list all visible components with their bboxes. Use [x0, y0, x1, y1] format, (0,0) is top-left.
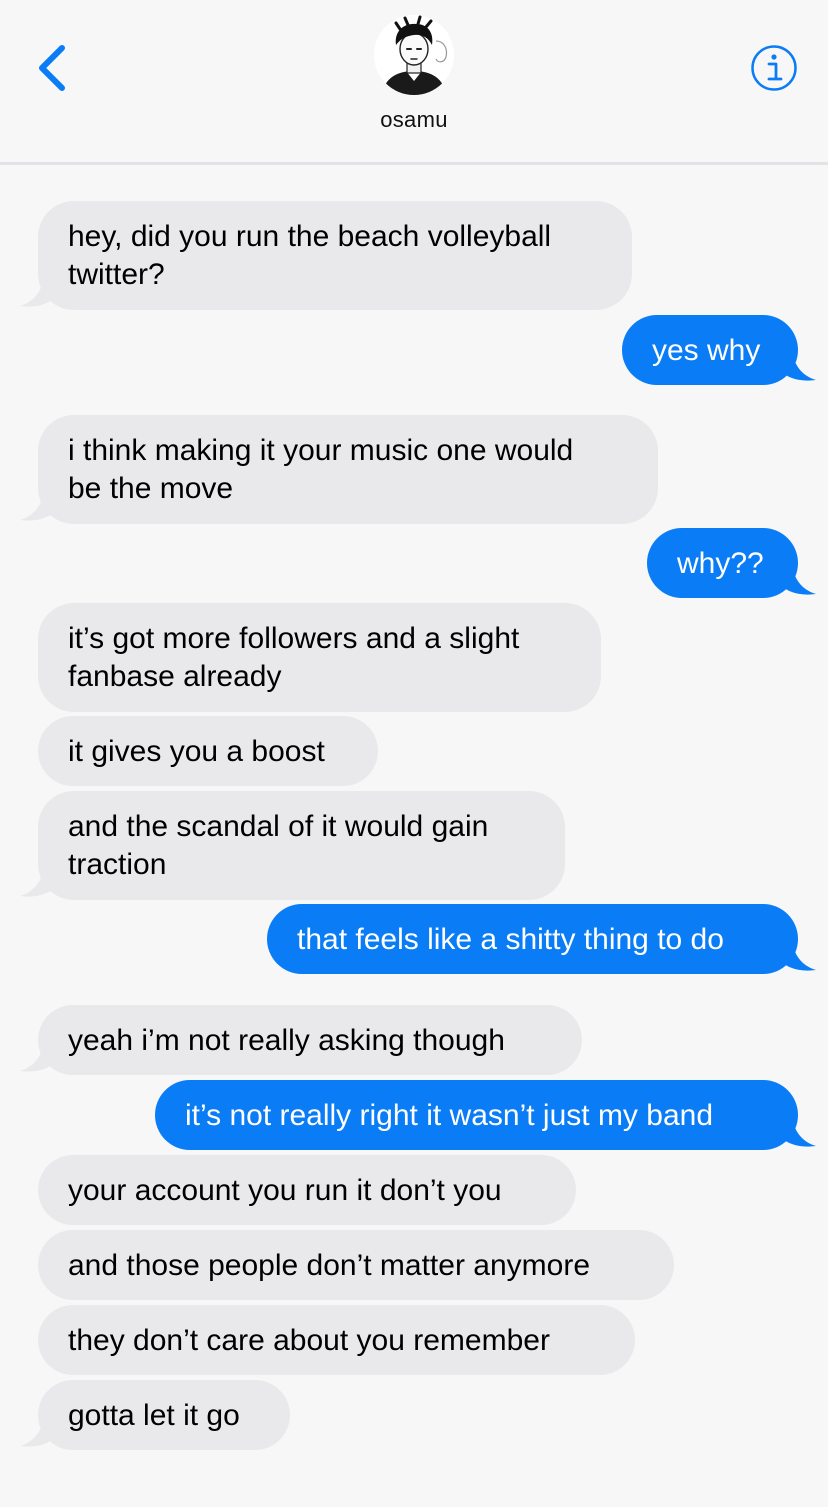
- message-bubble-outgoing[interactable]: it’s not really right it wasn’t just my …: [155, 1080, 798, 1150]
- bubble-tail-incoming: [20, 1412, 58, 1447]
- info-button[interactable]: [750, 44, 798, 92]
- message-bubble-incoming[interactable]: yeah i’m not really asking though: [38, 1005, 582, 1075]
- back-button[interactable]: [34, 44, 74, 92]
- message-text-line: twitter?: [68, 258, 165, 291]
- bubble-tail-incoming: [20, 862, 58, 897]
- message-text-line: gotta let it go: [68, 1399, 240, 1432]
- message-text-line: fanbase already: [68, 660, 282, 693]
- message-text-line: yes why: [652, 334, 761, 367]
- contact-avatar-sketch: [374, 15, 454, 95]
- info-circle-icon: [751, 45, 797, 91]
- contact-avatar[interactable]: [374, 15, 454, 95]
- bubble-tail-incoming: [20, 1037, 58, 1072]
- message-bubble-incoming[interactable]: it’s got more followers and a slight fan…: [38, 603, 601, 712]
- message-bubble-incoming[interactable]: and the scandal of it would gain tractio…: [38, 791, 565, 900]
- message-bubble-incoming[interactable]: i think making it your music one would b…: [38, 415, 658, 524]
- chevron-left-icon: [39, 45, 65, 91]
- message-bubble-outgoing[interactable]: that feels like a shitty thing to do: [267, 904, 798, 974]
- message-bubble-incoming[interactable]: they don’t care about you remember: [38, 1305, 635, 1375]
- message-text-line: and the scandal of it would gain: [68, 810, 489, 843]
- bubble-tail-outgoing: [778, 936, 816, 971]
- message-text-line: yeah i’m not really asking though: [68, 1024, 505, 1057]
- message-text-line: hey, did you run the beach volleyball: [68, 220, 552, 253]
- message-text-line: be the move: [68, 472, 234, 505]
- message-text-line: they don’t care about you remember: [68, 1324, 550, 1357]
- message-bubble-incoming[interactable]: hey, did you run the beach volleyball tw…: [38, 201, 632, 310]
- bubble-tail-outgoing: [778, 560, 816, 595]
- message-text-line: why??: [677, 547, 764, 580]
- message-bubble-incoming[interactable]: and those people don’t matter anymore: [38, 1230, 674, 1300]
- message-text-line: it’s not really right it wasn’t just my …: [185, 1099, 714, 1132]
- contact-name[interactable]: osamu: [0, 107, 828, 133]
- message-bubble-incoming[interactable]: your account you run it don’t you: [38, 1155, 576, 1225]
- message-text-line: it’s got more followers and a slight: [68, 622, 520, 655]
- message-text-line: i think making it your music one would: [68, 434, 574, 467]
- message-text-line: traction: [68, 848, 167, 881]
- bubble-tail-incoming: [20, 272, 58, 307]
- bubble-tail-outgoing: [778, 346, 816, 381]
- conversation-header: osamu: [0, 0, 828, 165]
- message-bubble-incoming[interactable]: it gives you a boost: [38, 716, 378, 786]
- bubble-tail-outgoing: [778, 1112, 816, 1147]
- bubble-tail-incoming: [20, 486, 58, 521]
- message-bubble-outgoing[interactable]: yes why: [622, 315, 798, 385]
- message-bubble-incoming[interactable]: gotta let it go: [38, 1380, 290, 1450]
- message-text-line: and those people don’t matter anymore: [68, 1249, 590, 1282]
- message-text-line: it gives you a boost: [68, 735, 325, 768]
- message-text-line: that feels like a shitty thing to do: [297, 923, 724, 956]
- message-text-line: your account you run it don’t you: [68, 1174, 502, 1207]
